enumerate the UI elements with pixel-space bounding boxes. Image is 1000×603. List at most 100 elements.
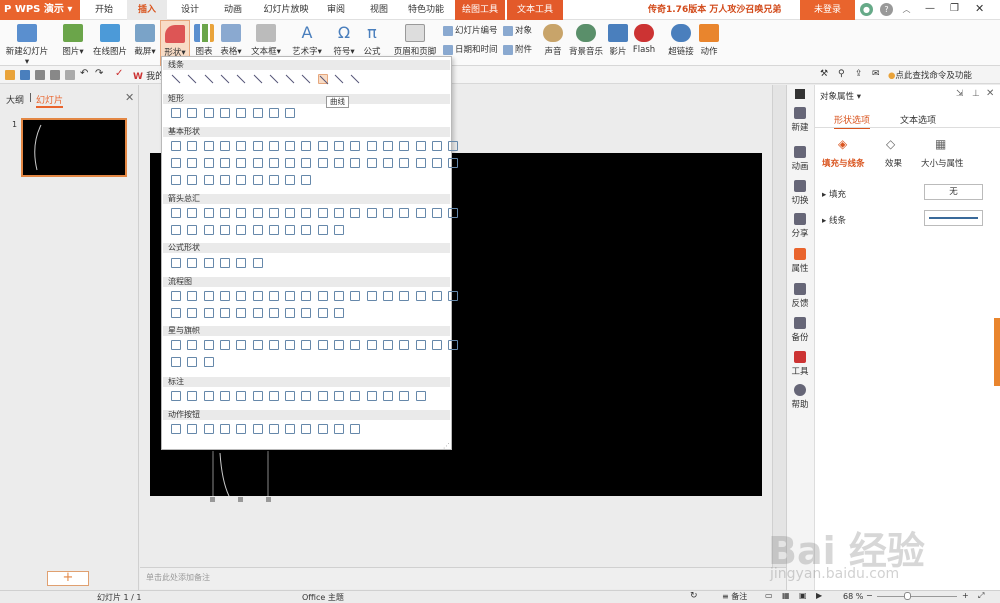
shape-option[interactable]: [236, 225, 247, 235]
reading-view-icon[interactable]: ▣: [799, 591, 807, 600]
find-command[interactable]: ●点此查找命令及功能: [888, 69, 972, 81]
shape-option[interactable]: [187, 175, 198, 185]
shape-option[interactable]: [171, 158, 181, 168]
shape-option[interactable]: [203, 308, 214, 318]
shape-option[interactable]: [171, 391, 181, 401]
hyperlink-button[interactable]: 超链接: [666, 20, 696, 66]
shape-option[interactable]: [301, 141, 312, 151]
shape-option[interactable]: [268, 225, 279, 235]
shape-option[interactable]: [219, 258, 230, 268]
open-icon[interactable]: [5, 70, 15, 80]
shape-option[interactable]: [285, 391, 296, 401]
help-icon[interactable]: ?: [880, 3, 893, 16]
shape-option[interactable]: [236, 258, 247, 268]
shape-option[interactable]: [431, 141, 442, 151]
shape-option[interactable]: [219, 308, 230, 318]
shape-option[interactable]: [268, 108, 279, 118]
line-row[interactable]: ▸ 线条: [822, 214, 846, 226]
shape-option[interactable]: [252, 291, 263, 301]
movie-button[interactable]: 影片: [607, 20, 629, 66]
shape-option[interactable]: [382, 141, 393, 151]
shape-option[interactable]: [268, 141, 279, 151]
slide-thumbnail[interactable]: [21, 118, 127, 177]
shape-option[interactable]: [187, 258, 198, 268]
shape-option[interactable]: [317, 424, 328, 434]
collapse-icon[interactable]: ︿: [900, 3, 913, 16]
zoom-in-icon[interactable]: +: [962, 591, 969, 600]
shape-option[interactable]: [203, 158, 214, 168]
shape-option[interactable]: [171, 308, 181, 318]
shape-option[interactable]: [317, 158, 328, 168]
shape-option[interactable]: [171, 74, 181, 84]
fit-window-icon[interactable]: ⤢: [978, 591, 984, 601]
shape-option[interactable]: [334, 308, 344, 318]
selection-handle[interactable]: [238, 497, 243, 502]
shape-option[interactable]: [448, 340, 459, 350]
shape-option[interactable]: [334, 424, 344, 434]
shape-option[interactable]: [366, 208, 377, 218]
screenshot-button[interactable]: 截屏▾: [132, 20, 158, 66]
shape-option[interactable]: [203, 357, 214, 367]
preview-icon[interactable]: [50, 70, 60, 80]
shape-option[interactable]: [285, 141, 296, 151]
shape-option[interactable]: [301, 291, 312, 301]
hammer-icon[interactable]: ⚒: [820, 69, 828, 79]
shape-option[interactable]: [236, 108, 247, 118]
shape-option[interactable]: [366, 340, 377, 350]
shape-option[interactable]: [350, 158, 361, 168]
shape-option[interactable]: [268, 308, 279, 318]
shape-option[interactable]: [334, 158, 344, 168]
panel-title[interactable]: 对象属性 ▾: [820, 90, 861, 102]
shape-option[interactable]: [301, 340, 312, 350]
shape-option[interactable]: [187, 357, 198, 367]
wordart-quick-button[interactable]: W 我的: [133, 69, 164, 82]
shape-option[interactable]: [317, 391, 328, 401]
shape-option[interactable]: [203, 175, 214, 185]
shape-option[interactable]: [334, 291, 344, 301]
shape-option[interactable]: [252, 340, 263, 350]
sorter-view-icon[interactable]: ▦: [782, 591, 790, 600]
shape-option[interactable]: [171, 357, 181, 367]
shape-option[interactable]: [252, 108, 263, 118]
shape-option[interactable]: [171, 108, 181, 118]
shape-option[interactable]: [236, 340, 247, 350]
sidebar-tools[interactable]: 工具: [786, 351, 814, 377]
tab-home[interactable]: 开始: [84, 0, 124, 20]
shape-option[interactable]: [252, 141, 263, 151]
sidebar-properties[interactable]: 属性: [786, 248, 814, 274]
shape-option[interactable]: [236, 74, 246, 84]
shape-option[interactable]: [366, 291, 377, 301]
shape-option[interactable]: [334, 391, 344, 401]
shape-option[interactable]: [268, 291, 279, 301]
shape-option[interactable]: [448, 141, 459, 151]
shape-option[interactable]: [399, 291, 410, 301]
shape-option[interactable]: [350, 208, 361, 218]
shape-option[interactable]: [285, 108, 296, 118]
fill-row[interactable]: ▸ 填充: [822, 188, 846, 200]
shape-option[interactable]: [236, 391, 247, 401]
shape-option[interactable]: [268, 158, 279, 168]
shape-option[interactable]: [203, 291, 214, 301]
slide-number-button[interactable]: 幻灯片编号: [443, 24, 498, 38]
normal-view-icon[interactable]: ▭: [765, 591, 773, 600]
undo-history-icon[interactable]: ↻: [690, 591, 698, 601]
sidebar-feedback[interactable]: 反馈: [786, 283, 814, 309]
shape-option[interactable]: [334, 340, 344, 350]
shape-option[interactable]: [285, 175, 296, 185]
shape-option[interactable]: [187, 141, 198, 151]
share-icon[interactable]: ⇪: [855, 69, 863, 79]
shape-option[interactable]: [252, 308, 263, 318]
shape-option[interactable]: [171, 258, 181, 268]
shape-option[interactable]: [382, 391, 393, 401]
minimize-icon[interactable]: —: [925, 3, 935, 14]
tab-design[interactable]: 设计: [170, 0, 210, 20]
shape-option[interactable]: [317, 340, 328, 350]
shape-option[interactable]: [317, 141, 328, 151]
shape-option[interactable]: [431, 291, 442, 301]
theme-name[interactable]: Office 主题: [302, 592, 344, 603]
shape-option[interactable]: [236, 291, 247, 301]
shape-option[interactable]: [366, 158, 377, 168]
shape-option[interactable]: [187, 340, 198, 350]
restore-icon[interactable]: ❐: [950, 3, 959, 14]
shape-option[interactable]: [366, 391, 377, 401]
